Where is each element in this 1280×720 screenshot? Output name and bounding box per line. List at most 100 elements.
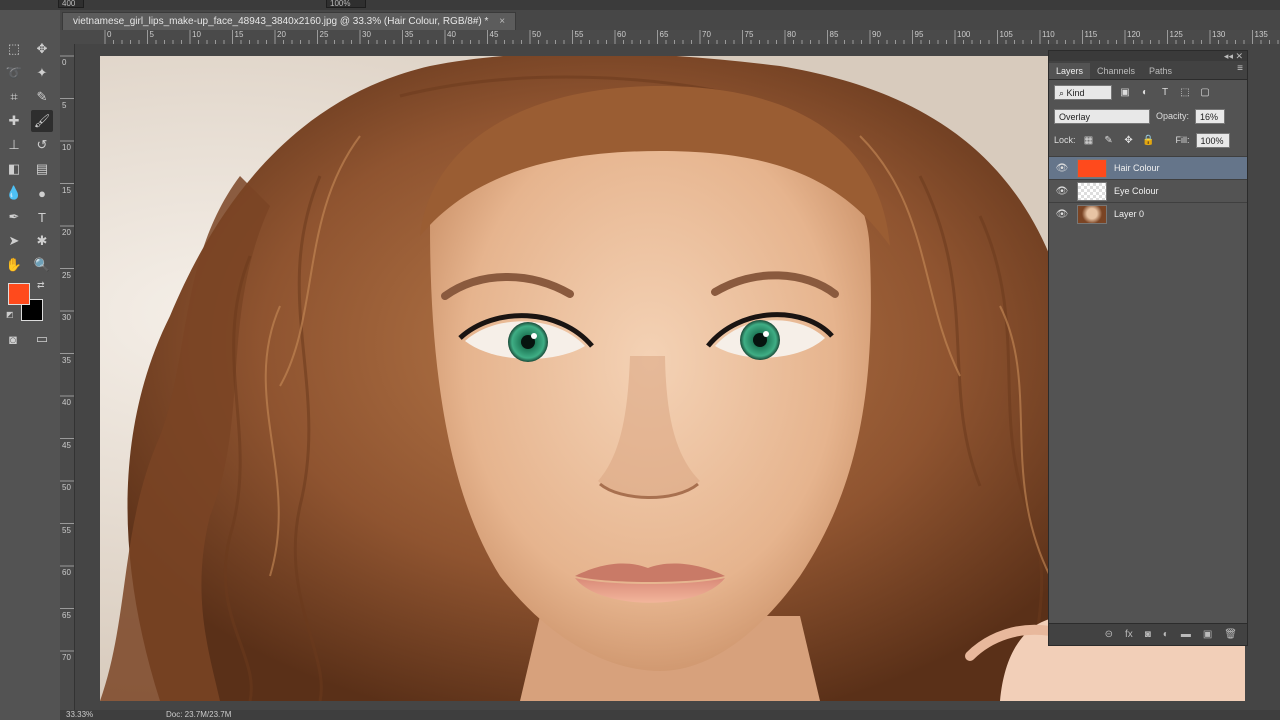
layer-row-hair-colour[interactable]: 👁 Hair Colour [1049,156,1247,179]
add-mask-icon[interactable]: ◙ [1145,629,1151,640]
ruler-label: 115 [1084,30,1098,39]
ruler-label: 75 [744,30,754,39]
layer-row-layer-0[interactable]: 👁 Layer 0 [1049,202,1247,225]
tab-layers[interactable]: Layers [1049,63,1091,79]
shape-filter-icon[interactable]: ⬚ [1178,85,1192,99]
pixel-filter-icon[interactable]: ▣ [1118,85,1132,99]
shape-tool-icon[interactable]: ✱ [31,230,53,252]
ruler-label: 15 [234,30,244,39]
ruler-label: 65 [659,30,669,39]
ruler-label: 35 [62,355,71,365]
ruler-label: 105 [999,30,1013,39]
brush-size-field[interactable]: 400 [58,0,84,8]
ruler-label: 0 [107,30,112,39]
lock-transparency-icon[interactable]: ▦ [1082,133,1096,147]
ruler-label: 55 [62,525,71,535]
history-brush-icon[interactable]: ↺ [31,134,53,156]
dodge-tool-icon[interactable]: ● [31,182,53,204]
path-select-icon[interactable]: ➤ [3,230,25,252]
lasso-tool-icon[interactable]: ➰ [3,62,25,84]
eyedropper-icon[interactable]: ✎ [31,86,53,108]
lock-row: Lock: ▦ ✎ ✥ 🔒 Fill: 100% [1049,128,1247,152]
visibility-eye-icon[interactable]: 👁 [1049,186,1075,197]
panel-menu-icon[interactable]: ≡ [1237,63,1243,74]
pen-tool-icon[interactable]: ✒ [3,206,25,228]
layers-list: 👁 Hair Colour 👁 Eye Colour 👁 Layer 0 [1049,156,1247,225]
ruler-label: 80 [787,30,796,39]
healing-brush-icon[interactable]: ✚ [3,110,25,132]
move-tool-icon[interactable]: ✥ [31,38,53,60]
ruler-label: 20 [277,30,286,39]
ruler-label: 125 [1169,30,1183,39]
panel-collapse-bar[interactable]: ◂◂ ✕ [1049,51,1247,61]
ruler-label: 120 [1127,30,1141,39]
ruler-label: 50 [532,30,541,39]
opacity-label: Opacity: [1156,111,1190,121]
layer-thumbnail [1077,204,1107,224]
default-colors-icon[interactable]: ◩ [6,310,14,319]
status-bar: 33.33% Doc: 23.7M/23.7M [60,710,1280,720]
adjustment-filter-icon[interactable]: ◐ [1138,85,1152,99]
opacity-input[interactable]: 16% [1195,108,1226,124]
smart-object-filter-icon[interactable]: ▢ [1198,85,1212,99]
delete-layer-icon[interactable]: 🗑 [1224,629,1237,640]
blur-tool-icon[interactable]: 💧 [3,182,25,204]
tab-channels[interactable]: Channels [1090,63,1142,79]
ruler-label: 10 [192,30,201,39]
ruler-label: 30 [362,30,371,39]
fill-input[interactable]: 100% [1195,132,1230,148]
blend-mode-select[interactable]: Overlay [1054,108,1150,124]
fx-icon[interactable]: fx [1125,629,1133,640]
new-layer-icon[interactable]: ▣ [1203,629,1212,640]
ruler-label: 25 [319,30,329,39]
tab-paths[interactable]: Paths [1142,63,1179,79]
new-group-icon[interactable]: ▬ [1181,629,1191,640]
ruler-label: 25 [62,270,71,280]
adjustment-layer-icon[interactable]: ◐ [1163,629,1169,640]
ruler-label: 130 [1212,30,1226,39]
ruler-label: 90 [872,30,881,39]
layer-thumbnail [1077,158,1107,178]
lock-pixels-icon[interactable]: ✎ [1102,133,1116,147]
eraser-icon[interactable]: ◧ [3,158,25,180]
visibility-eye-icon[interactable]: 👁 [1049,209,1075,220]
opacity-field[interactable]: 100% [326,0,366,8]
tools-panel: ⬚ ✥ ➰ ✦ ⌗ ✎ ✚ 🖌 ⊥ ↺ ◧ ▤ 💧 ● ✒ T ➤ ✱ ✋ 🔍 … [0,10,61,720]
ruler-label: 60 [62,568,71,577]
ruler-corner [60,30,76,44]
crop-tool-icon[interactable]: ⌗ [3,86,25,108]
brush-tool-icon[interactable]: 🖌 [31,110,53,132]
quick-mask-icon[interactable]: ◙ [2,328,24,350]
ruler-label: 5 [62,100,67,110]
type-filter-icon[interactable]: T [1158,85,1172,99]
document-tab[interactable]: vietnamese_girl_lips_make-up_face_48943_… [62,12,517,31]
marquee-tool-icon[interactable]: ⬚ [3,38,25,60]
zoom-tool-icon[interactable]: 🔍 [31,254,53,276]
layer-row-eye-colour[interactable]: 👁 Eye Colour [1049,179,1247,202]
close-tab-icon[interactable]: × [499,16,505,27]
lock-all-icon[interactable]: 🔒 [1142,133,1156,147]
ruler-label: 35 [404,30,414,39]
gradient-icon[interactable]: ▤ [31,158,53,180]
panel-footer: ⊝ fx ◙ ◐ ▬ ▣ 🗑 [1049,623,1247,645]
ruler-label: 15 [62,185,71,195]
ruler-label: 10 [62,143,71,152]
vertical-ruler: 0 5 10 15 20 25 30 35 40 45 50 55 60 65 70 [60,44,75,710]
magic-wand-icon[interactable]: ✦ [31,62,53,84]
lock-position-icon[interactable]: ✥ [1122,133,1136,147]
ruler-label: 100 [957,30,971,39]
hand-tool-icon[interactable]: ✋ [3,254,25,276]
foreground-color-swatch[interactable] [8,283,30,305]
ruler-label: 0 [62,58,67,67]
type-tool-icon[interactable]: T [31,206,53,228]
fill-label: Fill: [1175,135,1190,145]
zoom-level[interactable]: 33.33% [66,710,93,720]
screen-mode-icon[interactable]: ▭ [31,328,53,350]
visibility-eye-icon[interactable]: 👁 [1049,163,1075,174]
ruler-label: 5 [149,30,154,39]
clone-stamp-icon[interactable]: ⊥ [3,134,25,156]
filter-kind-select[interactable]: ⌕ Kind [1054,84,1112,100]
layers-panel: ◂◂ ✕ Layers Channels Paths ≡ ⌕ Kind ▣ ◐ … [1048,50,1248,646]
swap-colors-icon[interactable]: ⇄ [37,280,45,291]
link-layers-icon[interactable]: ⊝ [1105,629,1113,640]
